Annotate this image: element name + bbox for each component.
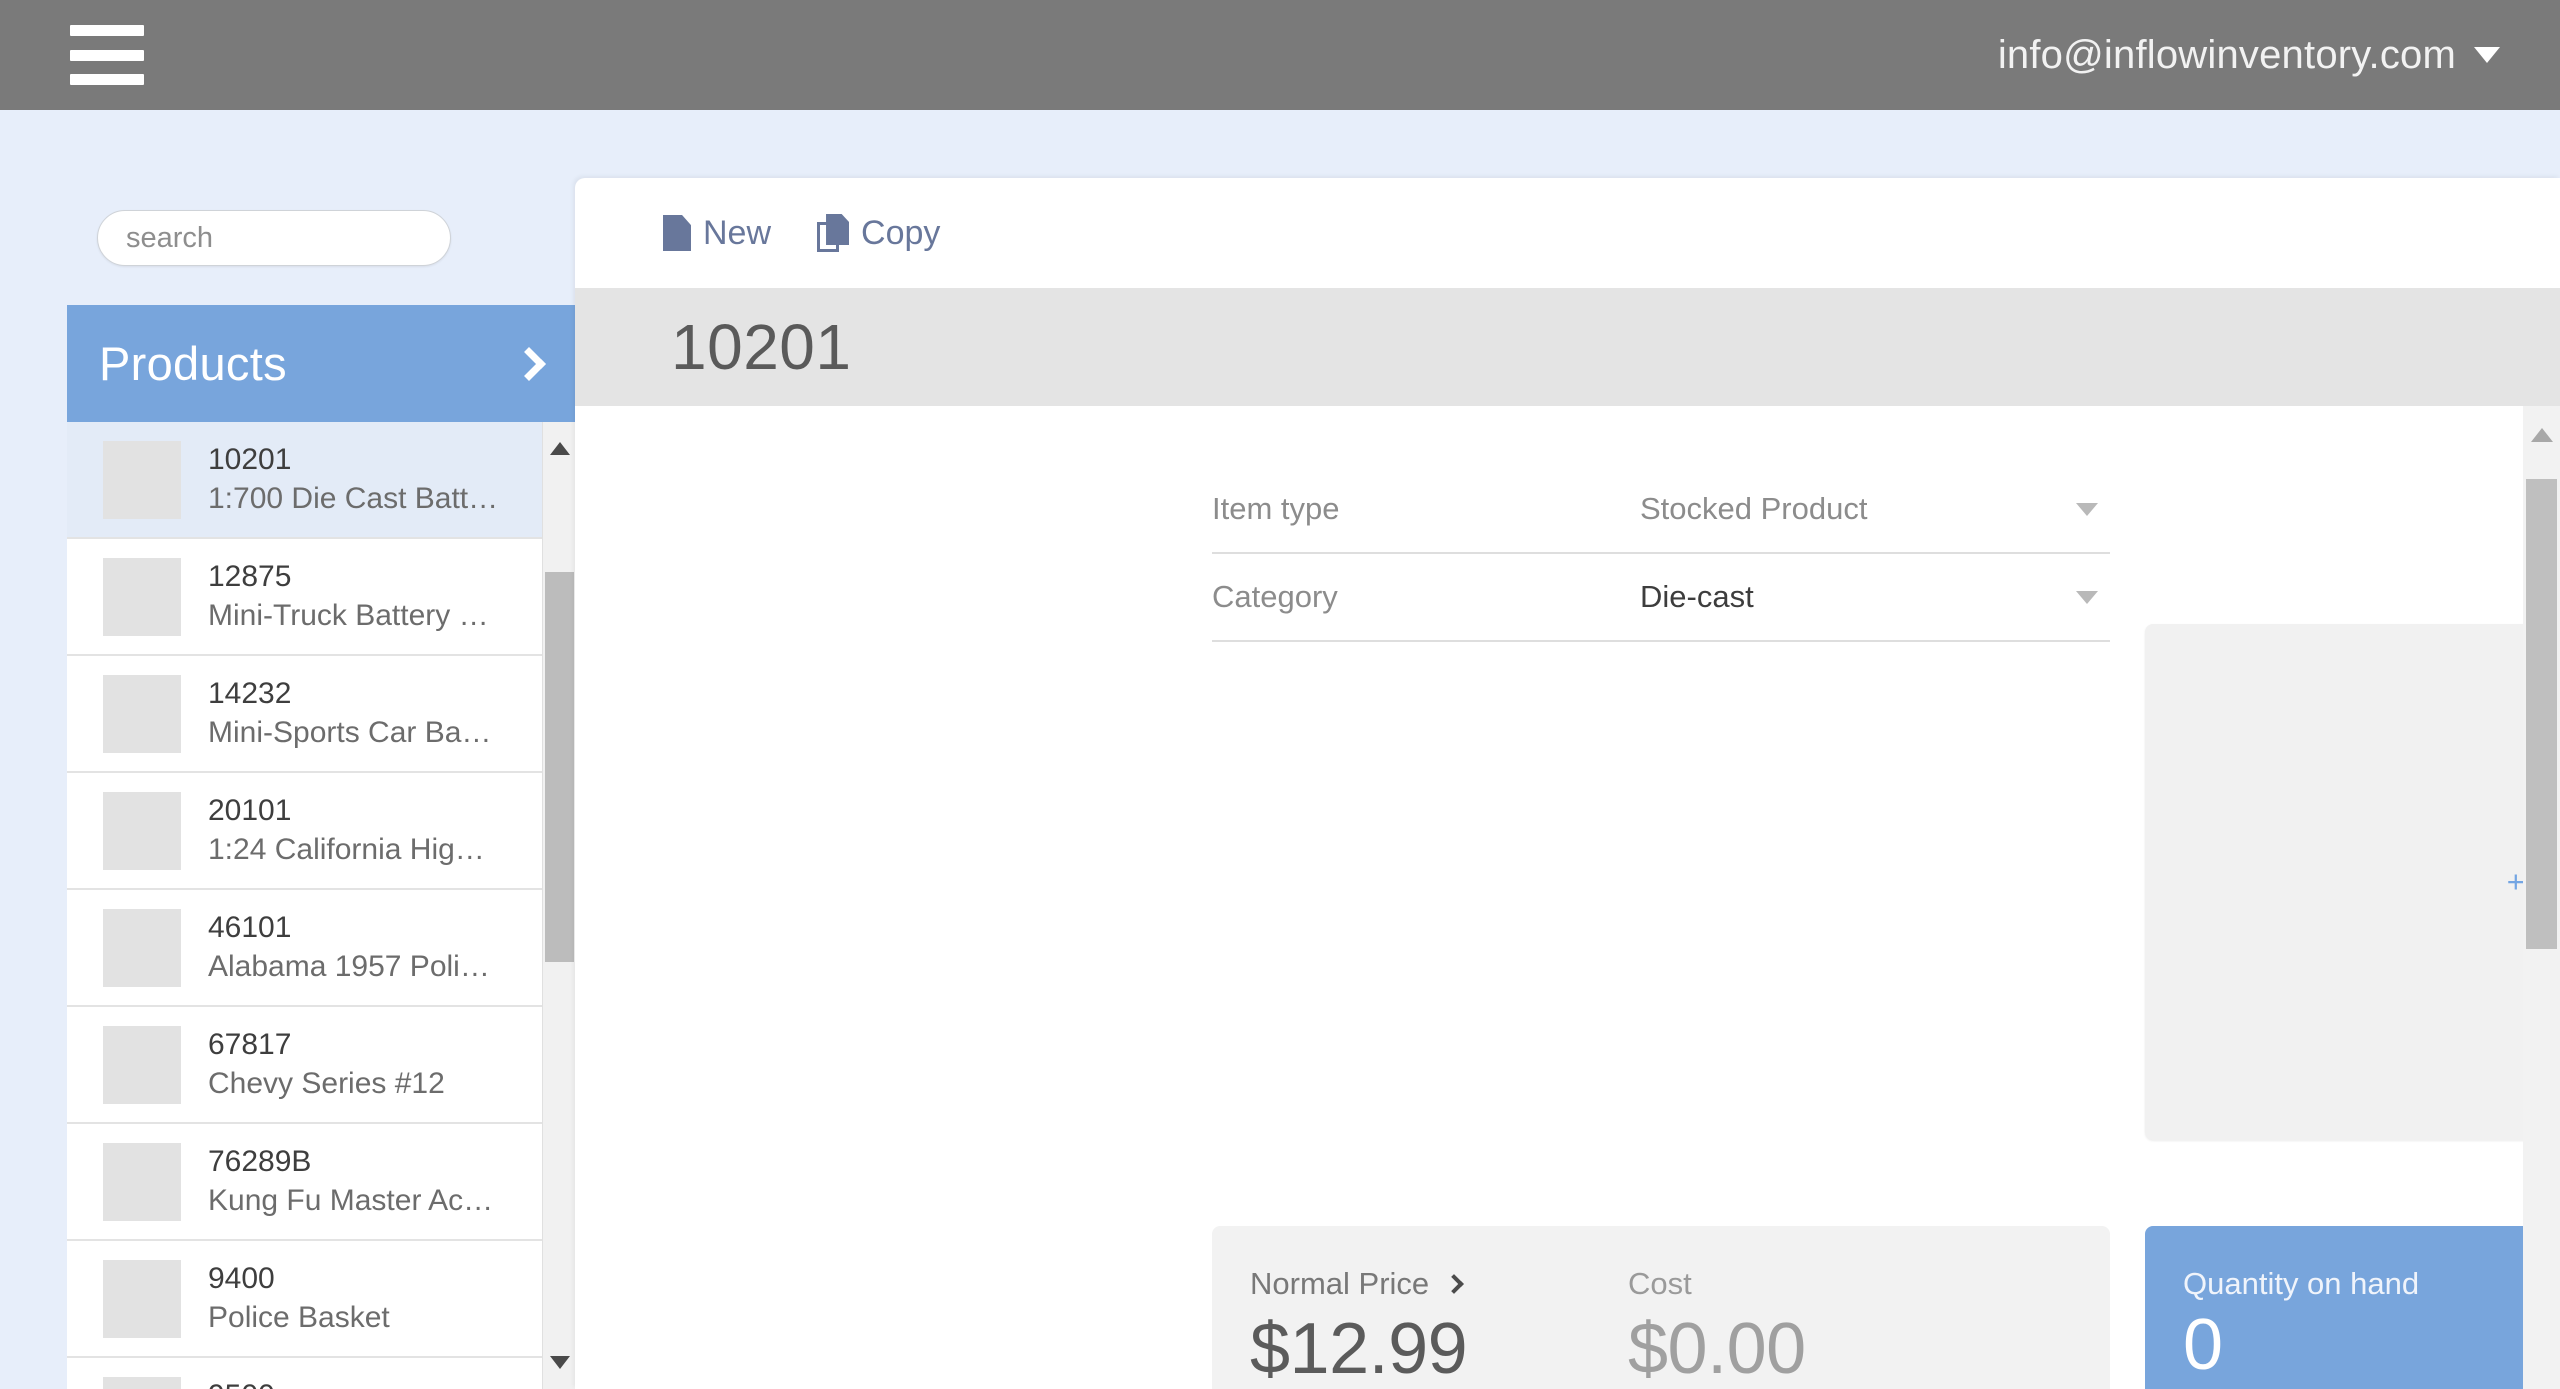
hamburger-bar: [70, 50, 144, 61]
form-field-category[interactable]: CategoryDie-cast: [1212, 554, 2110, 642]
list-item-sku: 10201: [208, 441, 498, 479]
pricing-values: $12.99 $0.00: [1250, 1308, 2072, 1389]
detail-panel: New Copy 10201 Item typeStocked ProductC…: [575, 178, 2560, 1389]
list-item-name: 1:24 California Hig…: [208, 831, 485, 869]
list-item[interactable]: 201011:24 California Hig…: [67, 773, 542, 890]
list-item-sku: 20101: [208, 792, 485, 830]
list-item-sku: 12875: [208, 558, 489, 596]
product-thumbnail: [103, 909, 181, 987]
list-item[interactable]: 9500Boat Basket: [67, 1358, 542, 1389]
list-item-name: Chevy Series #12: [208, 1065, 445, 1103]
cost-value[interactable]: $0.00: [1628, 1308, 1806, 1389]
caret-down-icon: [2474, 47, 2500, 63]
search-input[interactable]: [97, 210, 451, 266]
form-field-item-type[interactable]: Item typeStocked Product: [1212, 466, 2110, 554]
sidebar-section-products[interactable]: Products: [67, 305, 575, 422]
quantity-card: Quantity on hand 0 Location Quantity Def…: [2145, 1226, 2560, 1389]
account-email: info@inflowinventory.com: [1998, 33, 2456, 78]
list-item[interactable]: 102011:700 Die Cast Batt…: [67, 422, 542, 539]
scroll-up-arrow-icon[interactable]: [2531, 428, 2553, 442]
list-item-sku: 46101: [208, 909, 490, 947]
search-container: [97, 210, 451, 266]
list-item-sku: 67817: [208, 1026, 445, 1064]
scrollbar-thumb[interactable]: [545, 572, 574, 962]
product-form: Item typeStocked ProductCategoryDie-cast: [1212, 466, 2110, 642]
normal-price-value[interactable]: $12.99: [1250, 1308, 1628, 1389]
detail-panel-scrollbar[interactable]: [2523, 406, 2560, 1389]
hamburger-menu-icon[interactable]: [70, 25, 144, 85]
document-title-bar: 10201: [575, 288, 2560, 406]
chevron-right-icon: [512, 347, 546, 381]
detail-content: Item typeStocked ProductCategoryDie-cast…: [575, 406, 2523, 1389]
list-item[interactable]: 46101Alabama 1957 Poli…: [67, 890, 542, 1007]
copy-button-label: Copy: [861, 214, 940, 253]
list-item-sku: 9500: [208, 1377, 370, 1389]
product-thumbnail: [103, 1026, 181, 1104]
product-thumbnail: [103, 1377, 181, 1389]
product-thumbnail: [103, 441, 181, 519]
list-item-name: 1:700 Die Cast Batt…: [208, 480, 498, 518]
field-value: Die-cast: [1640, 579, 2076, 615]
account-menu[interactable]: info@inflowinventory.com: [1998, 33, 2500, 78]
field-label: Item type: [1212, 491, 1640, 527]
chevron-down-icon[interactable]: [2076, 591, 2098, 604]
quantity-on-hand-value: 0: [2183, 1304, 2560, 1386]
chevron-right-icon[interactable]: [1444, 1274, 1464, 1294]
hamburger-bar: [70, 25, 144, 36]
new-document-icon: [663, 215, 691, 251]
list-item-name: Alabama 1957 Poli…: [208, 948, 490, 986]
section-title: Products: [99, 336, 287, 391]
list-item-name: Mini-Truck Battery …: [208, 597, 489, 635]
normal-price-header[interactable]: Normal Price: [1250, 1266, 1628, 1302]
list-item[interactable]: 67817Chevy Series #12: [67, 1007, 542, 1124]
quantity-on-hand-label: Quantity on hand: [2183, 1266, 2560, 1302]
field-value: Stocked Product: [1640, 491, 2076, 527]
product-image-dropzone[interactable]: + add image: [2145, 624, 2560, 1140]
product-list-pane: 102011:700 Die Cast Batt…12875Mini-Truck…: [67, 422, 542, 1389]
list-item[interactable]: 76289BKung Fu Master Ac…: [67, 1124, 542, 1241]
pricing-card: Normal Price Cost $12.99 $0.00 Name Sale…: [1212, 1226, 2110, 1389]
product-thumbnail: [103, 792, 181, 870]
scroll-down-arrow-icon[interactable]: [550, 1356, 570, 1369]
field-label: Category: [1212, 579, 1640, 615]
product-thumbnail: [103, 1143, 181, 1221]
top-bar: info@inflowinventory.com: [0, 0, 2560, 110]
copy-icon-front: [826, 214, 849, 245]
hamburger-bar: [70, 74, 144, 85]
list-item-name: Kung Fu Master Ac…: [208, 1182, 493, 1220]
list-item[interactable]: 12875Mini-Truck Battery …: [67, 539, 542, 656]
normal-price-label: Normal Price: [1250, 1266, 1429, 1302]
new-button[interactable]: New: [663, 214, 771, 253]
copy-button[interactable]: Copy: [817, 214, 940, 253]
list-item-sku: 14232: [208, 675, 491, 713]
product-thumbnail: [103, 1260, 181, 1338]
list-item-sku: 76289B: [208, 1143, 493, 1181]
chevron-down-icon[interactable]: [2076, 503, 2098, 516]
list-item[interactable]: 9400Police Basket: [67, 1241, 542, 1358]
list-item-name: Police Basket: [208, 1299, 390, 1337]
pricing-card-header: Normal Price Cost: [1250, 1266, 2072, 1302]
product-list-scrollbar[interactable]: [542, 422, 575, 1389]
list-item-name: Mini-Sports Car Ba…: [208, 714, 491, 752]
sidebar: Products 102011:700 Die Cast Batt…12875M…: [0, 110, 575, 1389]
product-list: 102011:700 Die Cast Batt…12875Mini-Truck…: [67, 422, 575, 1389]
scrollbar-thumb[interactable]: [2526, 479, 2557, 949]
new-button-label: New: [703, 214, 771, 253]
scroll-up-arrow-icon[interactable]: [550, 442, 570, 455]
product-thumbnail: [103, 558, 181, 636]
cost-label: Cost: [1628, 1266, 1692, 1302]
product-thumbnail: [103, 675, 181, 753]
list-item[interactable]: 14232Mini-Sports Car Ba…: [67, 656, 542, 773]
page-title[interactable]: 10201: [671, 310, 851, 384]
copy-icon: [817, 214, 849, 252]
detail-toolbar: New Copy: [575, 178, 2560, 288]
list-item-sku: 9400: [208, 1260, 390, 1298]
